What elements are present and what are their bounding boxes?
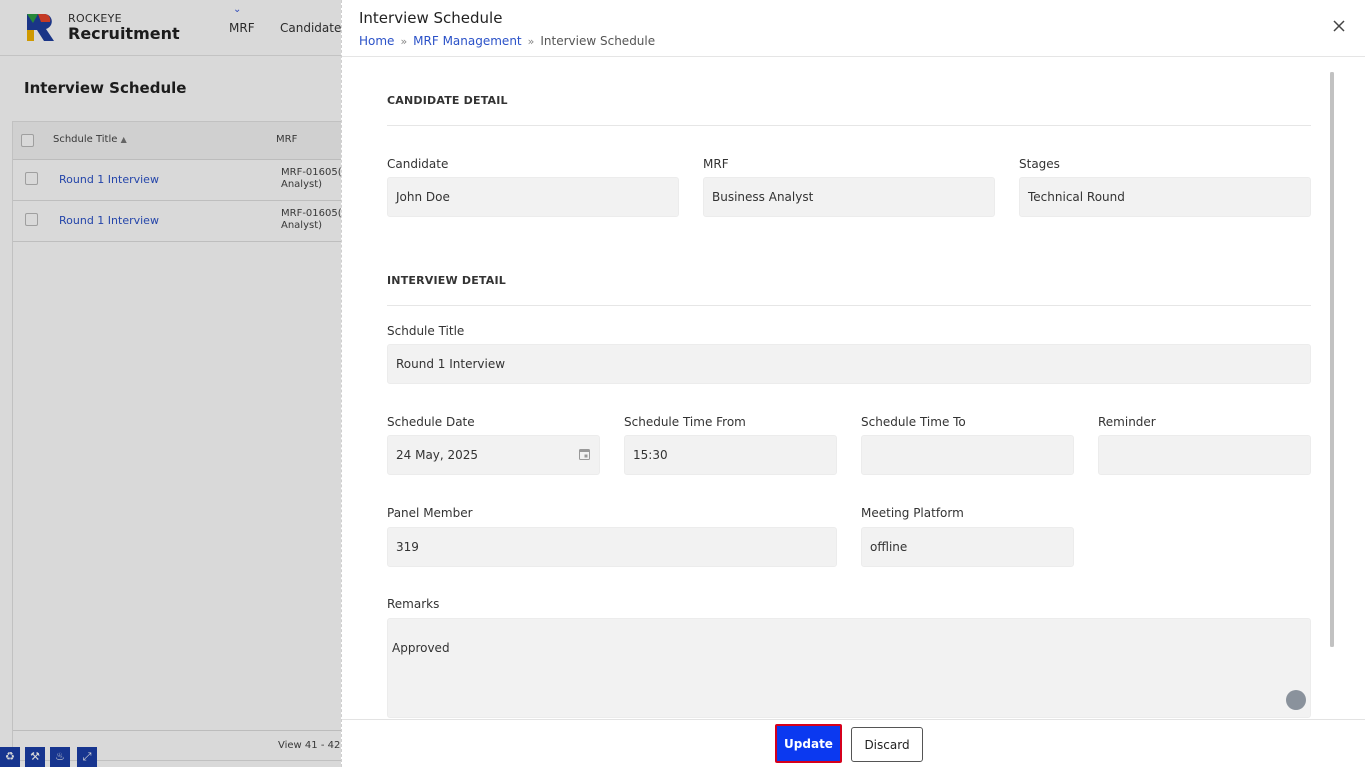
mrf-label: MRF	[703, 157, 729, 171]
reminder-input[interactable]	[1098, 435, 1311, 475]
time-to-label: Schedule Time To	[861, 415, 966, 429]
panel-member-input[interactable]: 319	[387, 527, 837, 567]
drawer-title: Interview Schedule	[359, 9, 503, 27]
section-title-interview: INTERVIEW DETAIL	[387, 274, 506, 287]
remarks-textarea[interactable]: Approved	[387, 618, 1311, 718]
schedule-date-value: 24 May, 2025	[396, 448, 479, 462]
calendar-icon[interactable]	[579, 448, 590, 460]
schedule-date-label: Schedule Date	[387, 415, 475, 429]
schedule-title-label: Schdule Title	[387, 324, 465, 338]
candidate-label: Candidate	[387, 157, 449, 171]
chevron-right-icon: »	[527, 35, 535, 48]
stages-field[interactable]: Technical Round	[1019, 177, 1311, 217]
panel-member-label: Panel Member	[387, 506, 473, 520]
time-from-input[interactable]: 15:30	[624, 435, 837, 475]
schedule-title-input[interactable]: Round 1 Interview	[387, 344, 1311, 384]
scrollbar[interactable]	[1330, 72, 1334, 647]
divider	[387, 125, 1311, 126]
interview-schedule-drawer: Interview Schedule Home » MRF Management » I…	[341, 0, 1365, 767]
reminder-label: Reminder	[1098, 415, 1156, 429]
discard-button[interactable]: Discard	[851, 727, 923, 762]
time-from-label: Schedule Time From	[624, 415, 746, 429]
drawer-footer: Update Discard	[342, 719, 1365, 767]
time-to-input[interactable]	[861, 435, 1074, 475]
breadcrumb-mrf-management[interactable]: MRF Management	[413, 34, 521, 48]
assistant-icon[interactable]	[1286, 690, 1306, 710]
meeting-platform-input[interactable]: offline	[861, 527, 1074, 567]
close-icon[interactable]	[1331, 18, 1347, 34]
section-title-candidate: CANDIDATE DETAIL	[387, 94, 508, 107]
update-button[interactable]: Update	[775, 724, 842, 763]
schedule-date-input[interactable]: 24 May, 2025	[387, 435, 600, 475]
scrollbar-thumb[interactable]	[1330, 72, 1334, 647]
stages-label: Stages	[1019, 157, 1060, 171]
meeting-platform-label: Meeting Platform	[861, 506, 964, 520]
breadcrumb: Home » MRF Management » Interview Schedule	[359, 34, 655, 48]
breadcrumb-current: Interview Schedule	[540, 34, 656, 48]
divider	[387, 305, 1311, 306]
breadcrumb-home[interactable]: Home	[359, 34, 394, 48]
remarks-label: Remarks	[387, 597, 440, 611]
chevron-right-icon: »	[400, 35, 408, 48]
mrf-field[interactable]: Business Analyst	[703, 177, 995, 217]
candidate-field[interactable]: John Doe	[387, 177, 679, 217]
drawer-header: Interview Schedule Home » MRF Management » I…	[342, 0, 1365, 57]
